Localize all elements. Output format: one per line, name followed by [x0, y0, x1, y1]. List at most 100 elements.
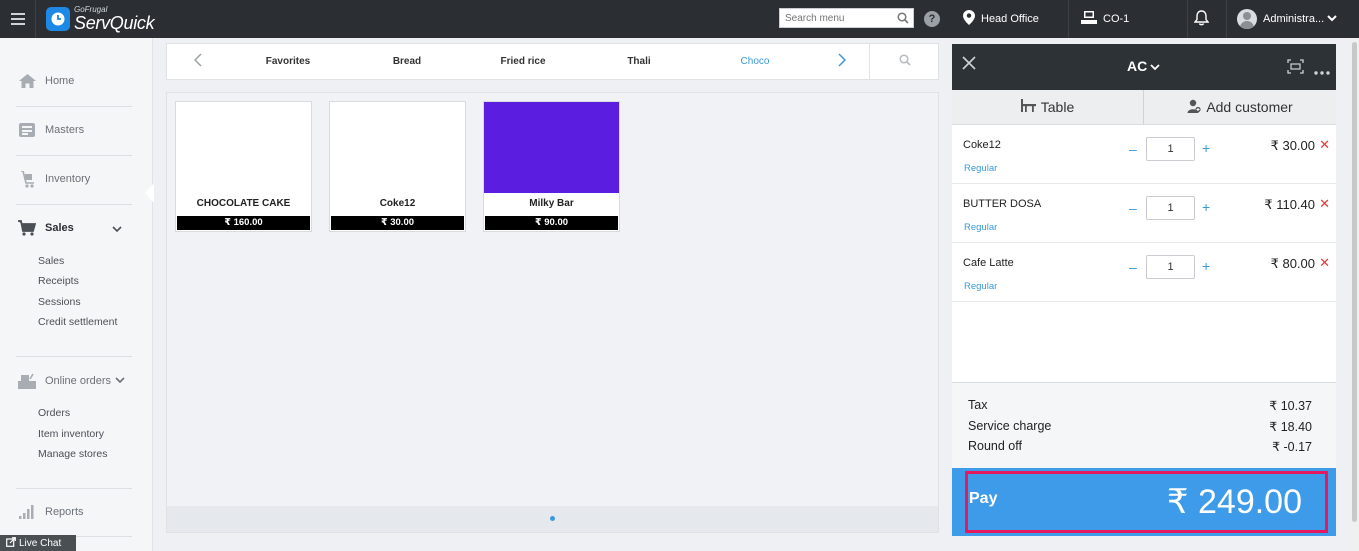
- tax-value: ₹ 10.37: [1269, 399, 1312, 413]
- chevron-right-icon: [838, 53, 847, 70]
- round-off-row: Round off ₹ -0.17: [968, 439, 1312, 457]
- category-tab-thali[interactable]: Thali: [604, 44, 674, 79]
- menu-toggle-button[interactable]: [0, 0, 36, 38]
- product-grid: CHOCOLATE CAKE ₹ 160.00 Coke12 ₹ 30.00 M…: [166, 92, 939, 533]
- chevron-down-icon: [112, 224, 122, 236]
- category-tab-fried-rice[interactable]: Fried rice: [487, 44, 559, 79]
- category-tab-favorites[interactable]: Favorites: [253, 44, 323, 79]
- menu-search: [779, 8, 914, 28]
- sidebar-subitem-credit-settlement[interactable]: Credit settlement: [38, 316, 117, 328]
- sidebar-subitem-orders[interactable]: Orders: [38, 407, 70, 419]
- notifications-button[interactable]: [1193, 0, 1212, 38]
- top-bar: GoFrugal ServQuick ? Head Office CO-1 Ad…: [0, 0, 1359, 38]
- product-card[interactable]: Coke12 ₹ 30.00: [329, 101, 466, 232]
- counter-selector[interactable]: CO-1: [1081, 0, 1129, 38]
- category-next-button[interactable]: [827, 44, 857, 79]
- search-icon[interactable]: [897, 12, 909, 27]
- sidebar-item-home[interactable]: Home: [18, 70, 132, 92]
- line-item-variant[interactable]: Regular: [964, 222, 997, 233]
- quantity-field[interactable]: 1: [1146, 255, 1195, 279]
- category-prev-button[interactable]: [183, 44, 213, 79]
- chevron-left-icon: [193, 53, 202, 70]
- pagination-bar: [167, 506, 938, 532]
- sidebar-item-label: Reports: [45, 506, 84, 518]
- sidebar-subitem-receipts[interactable]: Receipts: [38, 275, 79, 287]
- user-menu[interactable]: Administra...: [1237, 0, 1337, 38]
- order-line-item: Cafe Latte Regular – 1 + ₹ 80.00 ✕: [952, 243, 1336, 302]
- sidebar-subitem-manage-stores[interactable]: Manage stores: [38, 448, 107, 460]
- order-line-item: Coke12 Regular – 1 + ₹ 30.00 ✕: [952, 125, 1336, 184]
- sidebar-subitem-sales[interactable]: Sales: [38, 255, 64, 267]
- line-item-name: BUTTER DOSA: [963, 198, 1042, 210]
- line-item-price: ₹ 80.00: [1270, 256, 1315, 271]
- service-charge-row: Service charge ₹ 18.40: [968, 419, 1312, 437]
- clock-logo-icon: [46, 7, 70, 31]
- help-icon[interactable]: ?: [924, 11, 940, 27]
- order-type-selector[interactable]: AC: [1127, 58, 1160, 74]
- product-card[interactable]: Milky Bar ₹ 90.00: [483, 101, 620, 232]
- category-tab-bread[interactable]: Bread: [372, 44, 442, 79]
- increase-qty-button[interactable]: +: [1202, 258, 1210, 274]
- table-label: Table: [1040, 99, 1075, 115]
- pay-button[interactable]: Pay ₹ 249.00: [952, 468, 1336, 536]
- reports-icon: [18, 505, 36, 519]
- chevron-down-icon: [1327, 13, 1337, 25]
- menu-search-input[interactable]: [780, 9, 890, 27]
- service-charge-label: Service charge: [968, 419, 1052, 433]
- sidebar-divider: [16, 204, 132, 205]
- sidebar-item-online-orders[interactable]: Online orders: [18, 370, 132, 392]
- round-off-label: Round off: [968, 439, 1022, 453]
- increase-qty-button[interactable]: +: [1202, 140, 1210, 156]
- line-item-variant[interactable]: Regular: [964, 163, 997, 174]
- add-customer-button[interactable]: Add customer: [1144, 90, 1336, 124]
- close-icon[interactable]: [962, 56, 976, 73]
- app-logo[interactable]: GoFrugal ServQuick: [46, 4, 155, 34]
- decrease-qty-button[interactable]: –: [1129, 141, 1137, 157]
- sidebar-subitem-sessions[interactable]: Sessions: [38, 296, 81, 308]
- sidebar-subitem-item-inventory[interactable]: Item inventory: [38, 428, 104, 440]
- category-bar: Favorites Bread Fried rice Thali Choco: [166, 43, 939, 80]
- sidebar-item-sales[interactable]: Sales: [18, 217, 132, 239]
- add-customer-label: Add customer: [1206, 99, 1293, 115]
- decrease-qty-button[interactable]: –: [1129, 259, 1137, 275]
- remove-item-icon[interactable]: ✕: [1319, 255, 1330, 271]
- more-options-icon[interactable]: [1314, 64, 1330, 78]
- page-indicator-dot[interactable]: [550, 516, 555, 521]
- page-scrollbar[interactable]: [1350, 38, 1359, 551]
- sidebar-item-label: Home: [45, 75, 75, 87]
- user-name: Administra...: [1263, 13, 1325, 25]
- sidebar-divider: [16, 155, 132, 156]
- sidebar-item-masters[interactable]: Masters: [18, 119, 132, 141]
- hamburger-icon: [10, 13, 25, 25]
- decrease-qty-button[interactable]: –: [1129, 200, 1137, 216]
- category-tab-choco[interactable]: Choco: [720, 44, 790, 79]
- remove-item-icon[interactable]: ✕: [1319, 137, 1330, 153]
- quantity-field[interactable]: 1: [1146, 196, 1195, 220]
- order-tabs: Table Add customer: [952, 90, 1336, 125]
- sidebar-divider: [16, 356, 132, 357]
- chevron-down-icon: [1150, 58, 1160, 74]
- location-label: Head Office: [981, 13, 1039, 25]
- round-off-value: ₹ -0.17: [1272, 440, 1312, 454]
- live-chat-button[interactable]: Live Chat: [0, 535, 76, 551]
- line-item-variant[interactable]: Regular: [964, 281, 997, 292]
- product-search-button[interactable]: [869, 44, 939, 79]
- scan-icon[interactable]: [1287, 59, 1304, 77]
- product-card[interactable]: CHOCOLATE CAKE ₹ 160.00: [175, 101, 312, 232]
- product-name: CHOCOLATE CAKE: [196, 198, 291, 209]
- product-price: ₹ 90.00: [485, 216, 618, 230]
- topbar-divider: [1226, 0, 1227, 38]
- increase-qty-button[interactable]: +: [1202, 199, 1210, 215]
- tax-row: Tax ₹ 10.37: [968, 398, 1312, 416]
- location-selector[interactable]: Head Office: [963, 0, 1039, 38]
- quantity-field[interactable]: 1: [1146, 137, 1195, 161]
- table-button[interactable]: Table: [952, 90, 1143, 124]
- sidebar-item-reports[interactable]: Reports: [18, 501, 132, 523]
- sidebar-item-inventory[interactable]: Inventory: [18, 168, 132, 190]
- logo-brand-name: ServQuick: [74, 13, 155, 33]
- order-panel: AC Table Add customer Coke12 Regular – 1…: [952, 44, 1336, 536]
- scrollbar-thumb[interactable]: [1352, 42, 1357, 522]
- sidebar-divider: [16, 488, 132, 489]
- search-icon: [898, 54, 911, 69]
- remove-item-icon[interactable]: ✕: [1319, 196, 1330, 212]
